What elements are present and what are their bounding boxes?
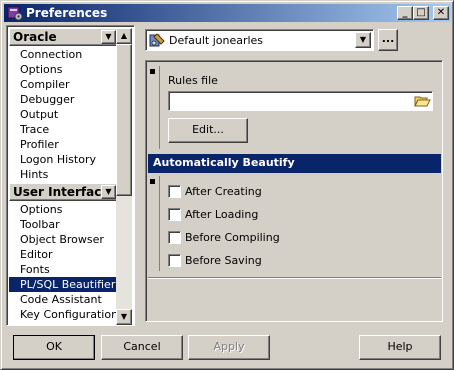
- cancel-button[interactable]: Cancel: [101, 335, 183, 360]
- title-bar[interactable]: Preferences _ □ ✕: [4, 4, 451, 22]
- nav-item-ui-options[interactable]: Options: [9, 202, 118, 217]
- navigator-scrollbar[interactable]: ▲ ▼: [116, 28, 132, 325]
- ok-button[interactable]: OK: [13, 335, 95, 360]
- auto-beautify-header: Automatically Beautify: [148, 154, 441, 173]
- window-title: Preferences: [26, 6, 108, 20]
- nav-item-toolbar[interactable]: Toolbar: [9, 217, 118, 232]
- group-label: Oracle: [13, 30, 57, 44]
- maximize-button[interactable]: □: [413, 6, 429, 20]
- preferences-window: Preferences _ □ ✕ Oracle ▼ Connection Op…: [0, 0, 454, 370]
- nav-item-object-browser[interactable]: Object Browser: [9, 232, 118, 247]
- nav-item-trace[interactable]: Trace: [9, 122, 118, 137]
- profile-ellipsis-button[interactable]: ...: [378, 29, 398, 51]
- chevron-down-icon[interactable]: ▼: [101, 30, 116, 44]
- group-header-oracle[interactable]: Oracle ▼: [9, 28, 118, 46]
- profile-select[interactable]: Default jonearles ▼: [145, 29, 374, 51]
- profile-value: Default jonearles: [169, 34, 264, 47]
- checkbox-label: Before Saving: [185, 254, 262, 267]
- scroll-down-icon[interactable]: ▼: [116, 309, 132, 325]
- panel-divider-highlight: [148, 278, 441, 279]
- nav-item-hints[interactable]: Hints: [9, 167, 118, 182]
- checkbox-after-loading[interactable]: [168, 208, 181, 221]
- checkbox-label: Before Compiling: [185, 231, 280, 244]
- nav-item-connection[interactable]: Connection: [9, 47, 118, 62]
- folder-open-icon[interactable]: [414, 93, 431, 109]
- nav-item-profiler[interactable]: Profiler: [9, 137, 118, 152]
- help-button[interactable]: Help: [359, 335, 441, 360]
- nav-item-logon-history[interactable]: Logon History: [9, 152, 118, 167]
- minimize-button[interactable]: _: [397, 6, 413, 20]
- profile-tools-icon: [149, 33, 165, 47]
- nav-item-code-assistant[interactable]: Code Assistant: [9, 292, 118, 307]
- apply-button[interactable]: Apply: [188, 335, 270, 360]
- close-button[interactable]: ✕: [433, 6, 449, 20]
- nav-item-plsql-beautifier[interactable]: PL/SQL Beautifier: [9, 277, 118, 292]
- navigator-list: Oracle ▼ Connection Options Compiler Deb…: [9, 28, 118, 325]
- group-header-user-interface[interactable]: User Interface ▼: [9, 183, 118, 201]
- group-label: User Interface: [13, 185, 110, 199]
- section-divider: [159, 176, 160, 271]
- chevron-down-icon[interactable]: ▼: [101, 185, 116, 199]
- nav-item-compiler[interactable]: Compiler: [9, 77, 118, 92]
- section-divider: [159, 66, 160, 149]
- preferences-app-icon: [7, 6, 23, 21]
- edit-rules-button[interactable]: Edit...: [168, 118, 248, 143]
- checkbox-label: After Creating: [185, 185, 262, 198]
- nav-item-options[interactable]: Options: [9, 62, 118, 77]
- nav-item-debugger[interactable]: Debugger: [9, 92, 118, 107]
- section-marker: [150, 179, 155, 184]
- checkbox-before-compiling[interactable]: [168, 231, 181, 244]
- preferences-navigator: Oracle ▼ Connection Options Compiler Deb…: [6, 25, 135, 326]
- checkbox-after-creating[interactable]: [168, 185, 181, 198]
- scroll-up-icon[interactable]: ▲: [116, 28, 132, 44]
- rules-file-label: Rules file: [168, 74, 218, 87]
- checkbox-label: After Loading: [185, 208, 259, 221]
- nav-item-editor[interactable]: Editor: [9, 247, 118, 262]
- nav-item-key-configuration[interactable]: Key Configuration: [9, 307, 118, 322]
- rules-file-input[interactable]: [168, 91, 433, 111]
- nav-item-fonts[interactable]: Fonts: [9, 262, 118, 277]
- section-marker: [150, 69, 155, 74]
- nav-item-output[interactable]: Output: [9, 107, 118, 122]
- chevron-down-icon[interactable]: ▼: [355, 32, 371, 48]
- scrollbar-thumb[interactable]: [116, 44, 132, 196]
- checkbox-before-saving[interactable]: [168, 254, 181, 267]
